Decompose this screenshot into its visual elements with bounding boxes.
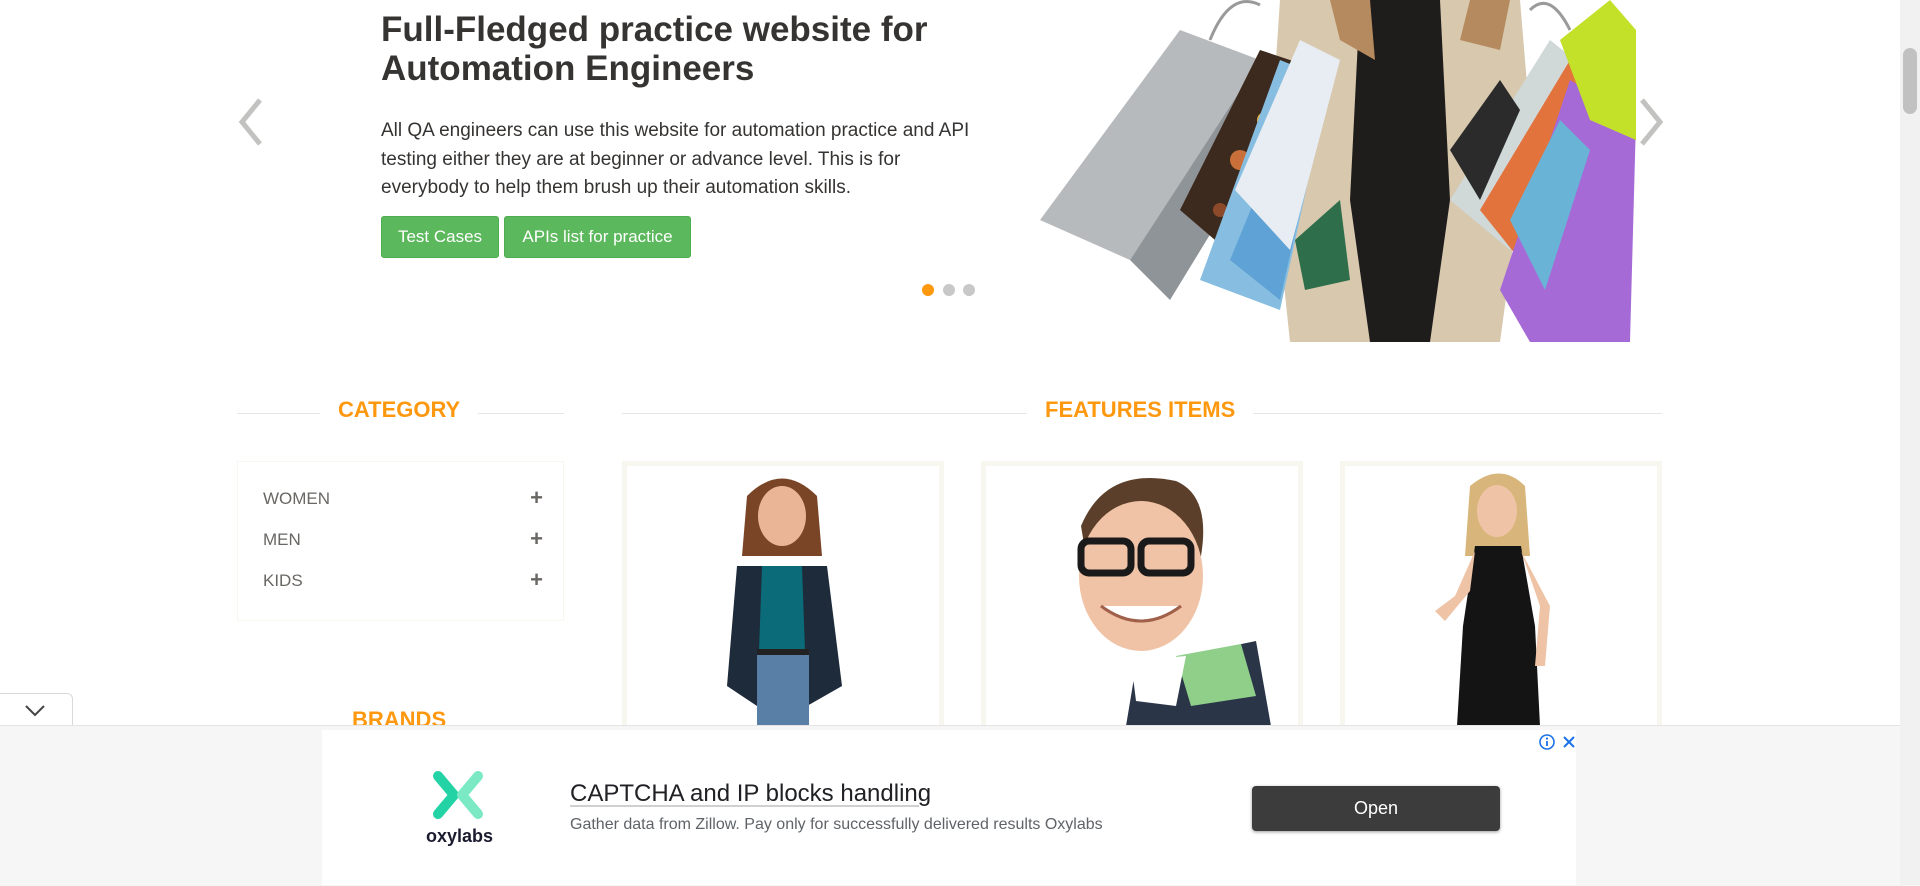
plus-icon[interactable]: + bbox=[530, 526, 543, 552]
category-panel: WOMEN + MEN + KIDS + bbox=[237, 461, 564, 621]
oxylabs-logo-icon bbox=[432, 770, 484, 820]
product-image-woman-black-dress bbox=[1345, 466, 1657, 726]
ad-brand-name: oxylabs bbox=[426, 826, 494, 846]
product-card[interactable] bbox=[1340, 461, 1662, 731]
category-item-label: KIDS bbox=[263, 571, 303, 590]
slider-prev-arrow[interactable] bbox=[232, 94, 272, 150]
product-image-woman-cardigan bbox=[627, 466, 939, 726]
chevron-down-icon bbox=[25, 705, 45, 717]
scrollbar-track[interactable] bbox=[1900, 0, 1920, 885]
slider-indicator-3[interactable] bbox=[963, 284, 975, 296]
slider-next-arrow[interactable] bbox=[1630, 94, 1670, 150]
slider-description: All QA engineers can use this website fo… bbox=[381, 120, 970, 198]
chevron-left-icon bbox=[238, 98, 262, 146]
category-item-label: WOMEN bbox=[263, 489, 331, 508]
apis-list-button[interactable]: APIs list for practice bbox=[504, 216, 691, 258]
ad-open-button[interactable]: Open bbox=[1252, 786, 1500, 831]
info-icon[interactable] bbox=[1538, 733, 1556, 751]
ad-collapse-tab[interactable] bbox=[0, 693, 73, 726]
ad-subtitle: Gather data from Zillow. Pay only for su… bbox=[570, 816, 1103, 833]
product-card[interactable] bbox=[981, 461, 1303, 731]
chevron-right-icon bbox=[1640, 98, 1664, 146]
category-item-kids[interactable]: KIDS + bbox=[263, 567, 543, 597]
category-title: CATEGORY bbox=[320, 395, 479, 425]
plus-icon[interactable]: + bbox=[530, 485, 543, 511]
slider-title: Full-Fledged practice website for Automa… bbox=[381, 10, 928, 88]
product-image-man-glasses bbox=[986, 466, 1298, 726]
features-title: FEATURES ITEMS bbox=[1027, 395, 1254, 425]
category-item-men[interactable]: MEN + bbox=[263, 526, 543, 556]
category-item-label: MEN bbox=[263, 530, 301, 549]
close-icon[interactable] bbox=[1560, 733, 1578, 751]
test-cases-button[interactable]: Test Cases bbox=[381, 216, 499, 258]
slider-indicator-2[interactable] bbox=[943, 284, 955, 296]
scrollbar-thumb[interactable] bbox=[1903, 48, 1917, 114]
slider-indicator-1[interactable] bbox=[922, 284, 934, 296]
hero-shopping-bags-image bbox=[1030, 0, 1636, 342]
category-item-women[interactable]: WOMEN + bbox=[263, 485, 543, 515]
plus-icon[interactable]: + bbox=[530, 567, 543, 593]
product-card[interactable] bbox=[622, 461, 944, 731]
ad-title-link[interactable]: CAPTCHA and IP blocks handling bbox=[570, 780, 931, 808]
